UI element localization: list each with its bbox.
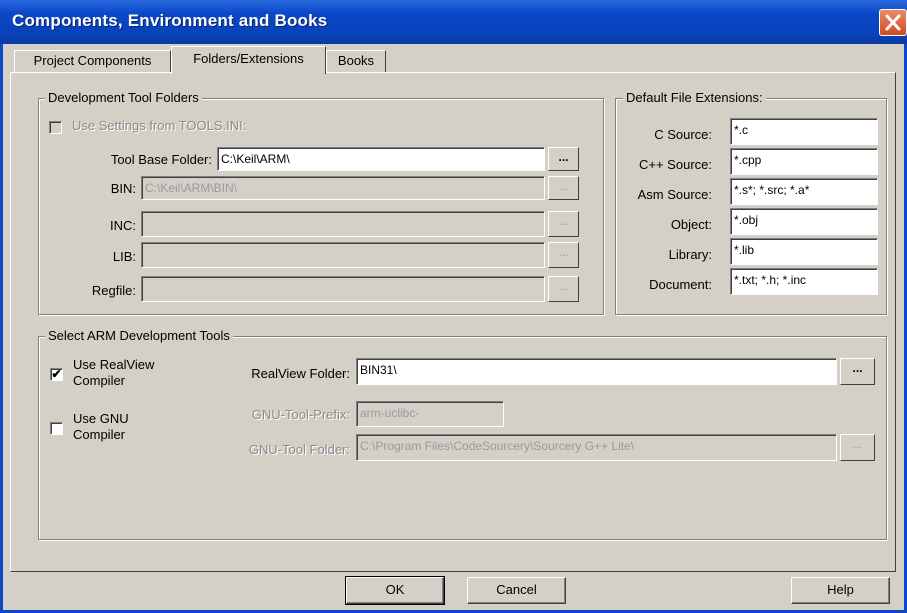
default-extensions-legend: Default File Extensions: <box>623 90 766 105</box>
use-gnu-label: Use GNU <box>73 411 129 426</box>
realview-folder-label: RealView Folder: <box>251 366 350 381</box>
asm-source-label: Asm Source: <box>637 187 712 202</box>
gnu-prefix-input[interactable]: arm-uclibc- <box>356 401 504 427</box>
tool-base-folder-label: Tool Base Folder: <box>110 152 212 167</box>
tool-base-folder-input[interactable]: C:\Keil\ARM\ <box>217 147 545 171</box>
use-settings-checkbox[interactable] <box>49 121 62 134</box>
document-label: Document: <box>649 277 712 292</box>
tab-label: Folders/Extensions <box>193 51 304 66</box>
ok-button[interactable]: OK <box>345 576 445 605</box>
tool-base-browse-button[interactable]: ... <box>548 147 579 171</box>
gnu-folder-input[interactable]: C:\Program Files\CodeSourcery\Sourcery G… <box>356 434 837 461</box>
realview-browse-button[interactable]: ... <box>840 358 875 385</box>
tab-folders-extensions[interactable]: Folders/Extensions <box>171 46 326 74</box>
dev-tool-folders-legend: Development Tool Folders <box>45 90 202 105</box>
use-realview-label-line2: Compiler <box>73 373 126 388</box>
cpp-source-label: C++ Source: <box>639 157 712 172</box>
regfile-input[interactable] <box>141 276 545 302</box>
object-label: Object: <box>670 217 712 232</box>
asm-source-input[interactable]: *.s*; *.src; *.a* <box>730 178 878 205</box>
gnu-prefix-label: GNU-Tool-Prefix: <box>251 407 350 422</box>
bin-folder-input[interactable]: C:\Keil\ARM\BIN\ <box>141 176 545 200</box>
c-source-label: C Source: <box>654 127 712 142</box>
use-gnu-checkbox[interactable] <box>50 422 63 435</box>
window-title: Components, Environment and Books <box>12 11 328 30</box>
inc-browse-button[interactable]: ... <box>548 211 579 237</box>
close-button[interactable] <box>879 9 907 36</box>
help-button[interactable]: Help <box>791 577 890 604</box>
inc-folder-input[interactable] <box>141 211 545 237</box>
lib-folder-input[interactable] <box>141 242 545 268</box>
use-gnu-label-line2: Compiler <box>73 427 126 442</box>
arm-tools-legend: Select ARM Development Tools <box>45 328 233 343</box>
use-realview-label: Use RealView <box>73 357 155 372</box>
document-input[interactable]: *.txt; *.h; *.inc <box>730 268 878 295</box>
lib-browse-button[interactable]: ... <box>548 242 579 268</box>
gnu-folder-label: GNU-Tool Folder: <box>248 442 350 457</box>
library-input[interactable]: *.lib <box>730 238 878 265</box>
bin-label: BIN: <box>110 181 136 196</box>
gnu-folder-browse-button[interactable]: ... <box>840 434 875 461</box>
object-input[interactable]: *.obj <box>730 208 878 235</box>
regfile-label: Regfile: <box>91 283 136 298</box>
c-source-input[interactable]: *.c <box>730 118 878 145</box>
close-icon <box>885 14 901 31</box>
tab-label: Books <box>337 53 375 68</box>
realview-folder-input[interactable]: BIN31\ <box>356 358 837 385</box>
library-label: Library: <box>668 247 712 262</box>
tab-project-components[interactable]: Project Components <box>14 50 171 72</box>
use-settings-label: Use Settings from TOOLS.INI: <box>72 118 247 133</box>
tab-label: Project Components <box>33 53 152 68</box>
regfile-browse-button[interactable]: ... <box>548 276 579 302</box>
use-realview-checkbox[interactable]: ✔ <box>50 368 63 381</box>
cancel-button[interactable]: Cancel <box>467 577 566 604</box>
cpp-source-input[interactable]: *.cpp <box>730 148 878 175</box>
bin-browse-button[interactable]: ... <box>548 176 579 200</box>
tab-books[interactable]: Books <box>326 50 386 72</box>
lib-label: LIB: <box>112 249 136 264</box>
inc-label: INC: <box>110 218 136 233</box>
